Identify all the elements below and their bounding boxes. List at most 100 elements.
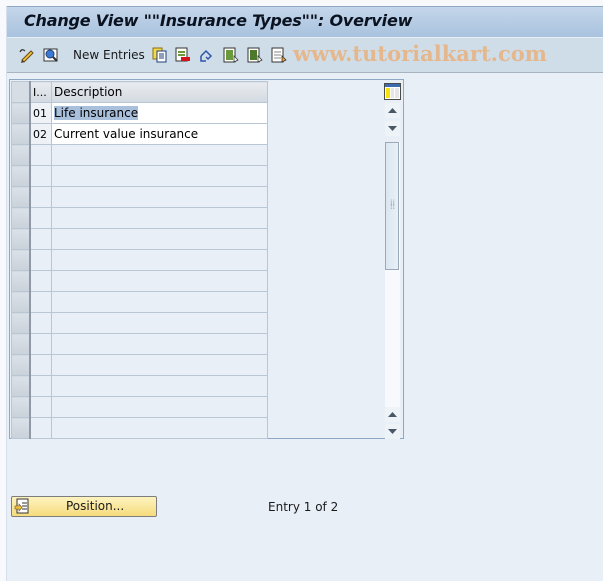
cell-description[interactable] (51, 165, 268, 187)
column-header-id[interactable]: I... (29, 81, 52, 103)
cell-description[interactable]: Life insurance (51, 102, 268, 124)
cell-id[interactable] (29, 312, 52, 334)
grip-icon: ⁞⁞ ⁞⁞ (390, 198, 396, 211)
arrow-up-icon (388, 108, 397, 113)
column-header-description[interactable]: Description (51, 81, 268, 103)
table-row (11, 144, 268, 166)
table-row (11, 291, 268, 313)
cell-description[interactable] (51, 333, 268, 355)
select-block-icon[interactable] (247, 47, 263, 63)
scroll-track[interactable]: ⁞⁞ ⁞⁞ (385, 142, 400, 407)
cell-description[interactable] (51, 270, 268, 292)
arrow-down-icon (388, 429, 397, 434)
column-config-icon[interactable] (384, 83, 401, 100)
table-row (11, 228, 268, 250)
cell-id[interactable] (29, 270, 52, 292)
table-row (11, 186, 268, 208)
cell-id[interactable] (29, 375, 52, 397)
cell-description[interactable] (51, 396, 268, 418)
cell-description[interactable] (51, 312, 268, 334)
cell-description[interactable] (51, 144, 268, 166)
cell-id[interactable]: 01 (29, 102, 52, 124)
details-icon[interactable] (43, 47, 59, 63)
scroll-up-button[interactable] (385, 103, 400, 118)
row-selector[interactable] (11, 396, 31, 418)
table-row (11, 354, 268, 376)
table-row (11, 270, 268, 292)
select-all-icon[interactable] (223, 47, 239, 63)
table-row (11, 312, 268, 334)
new-entries-button[interactable]: New Entries (73, 48, 145, 62)
cell-id[interactable] (29, 249, 52, 271)
delete-icon[interactable] (175, 47, 191, 63)
row-selector[interactable] (11, 123, 31, 145)
row-selector[interactable] (11, 333, 31, 355)
row-selector[interactable] (11, 228, 31, 250)
table-header-row: I... Description (11, 81, 268, 103)
row-selector[interactable] (11, 354, 31, 376)
deselect-all-icon[interactable] (271, 47, 287, 63)
cell-description[interactable] (51, 228, 268, 250)
cell-id[interactable] (29, 144, 52, 166)
cell-id[interactable] (29, 165, 52, 187)
position-button[interactable]: Position... (11, 496, 157, 517)
cell-description[interactable] (51, 249, 268, 271)
row-selector[interactable] (11, 291, 31, 313)
title-bar: Change View ""Insurance Types"": Overvie… (7, 6, 603, 37)
cell-description[interactable] (51, 291, 268, 313)
cell-id[interactable] (29, 354, 52, 376)
cell-id[interactable] (29, 333, 52, 355)
display-change-icon[interactable] (19, 47, 35, 63)
cell-id[interactable] (29, 207, 52, 229)
position-icon (14, 498, 29, 514)
cell-description[interactable] (51, 186, 268, 208)
row-selector[interactable] (11, 375, 31, 397)
scroll-down-button[interactable] (385, 121, 400, 136)
position-button-label: Position... (66, 499, 125, 513)
cell-id[interactable] (29, 417, 52, 439)
row-selector[interactable] (11, 102, 31, 124)
table-row (11, 249, 268, 271)
cell-id[interactable] (29, 228, 52, 250)
row-selector[interactable] (11, 186, 31, 208)
table-row: 01 Life insurance (11, 102, 268, 124)
description-text: Current value insurance (54, 127, 199, 141)
copy-as-icon[interactable] (152, 47, 168, 63)
insurance-types-table: I... Description 01 Life insurance 02 Curre… (11, 81, 268, 439)
row-selector[interactable] (11, 207, 31, 229)
page-down-button[interactable] (385, 424, 400, 439)
application-toolbar: New Entries www.tutorialkart.com (7, 37, 603, 73)
table-row (11, 207, 268, 229)
watermark: www.tutorialkart.com (293, 41, 547, 66)
arrow-up-icon (388, 412, 397, 417)
description-text: Life insurance (54, 106, 139, 120)
cell-description[interactable] (51, 417, 268, 439)
sap-window: Change View ""Insurance Types"": Overvie… (6, 6, 603, 581)
row-selector[interactable] (11, 417, 31, 439)
row-selector[interactable] (11, 312, 31, 334)
cell-id[interactable] (29, 186, 52, 208)
cell-id[interactable] (29, 291, 52, 313)
table-row (11, 375, 268, 397)
scroll-thumb[interactable]: ⁞⁞ ⁞⁞ (385, 142, 399, 270)
entry-status: Entry 1 of 2 (268, 500, 339, 514)
page-up-button[interactable] (385, 407, 400, 422)
row-selector[interactable] (11, 249, 31, 271)
cell-id[interactable] (29, 396, 52, 418)
table-row (11, 396, 268, 418)
cell-id[interactable]: 02 (29, 123, 52, 145)
page-title: Change View ""Insurance Types"": Overvie… (24, 11, 413, 30)
cell-description[interactable]: Current value insurance (51, 123, 268, 145)
cell-description[interactable] (51, 207, 268, 229)
vertical-scrollbar: ⁞⁞ ⁞⁞ (383, 81, 402, 439)
table-control: I... Description 01 Life insurance 02 Curre… (9, 79, 404, 439)
cell-description[interactable] (51, 354, 268, 376)
select-all-rows-cell[interactable] (11, 81, 31, 103)
undo-change-icon[interactable] (199, 47, 215, 63)
row-selector[interactable] (11, 144, 31, 166)
table-row: 02 Current value insurance (11, 123, 268, 145)
table-row (11, 333, 268, 355)
row-selector[interactable] (11, 165, 31, 187)
cell-description[interactable] (51, 375, 268, 397)
row-selector[interactable] (11, 270, 31, 292)
